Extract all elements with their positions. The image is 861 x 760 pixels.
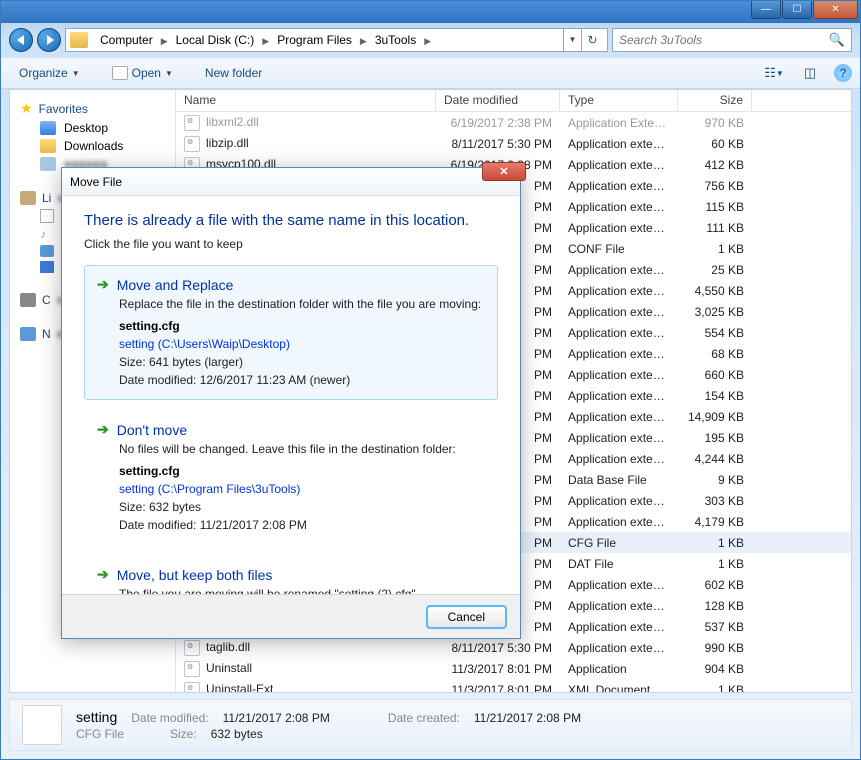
arrow-right-icon: ➔	[97, 276, 109, 293]
preview-pane-button[interactable]: ◫	[798, 62, 822, 84]
titlebar[interactable]: — ☐ ✕	[1, 1, 860, 23]
dialog-option[interactable]: ➔ Move and Replace Replace the file in t…	[84, 265, 498, 400]
organize-button[interactable]: Organize ▼	[9, 62, 90, 84]
dialog-subheading: Click the file you want to keep	[84, 237, 498, 251]
maximize-button[interactable]: ☐	[782, 1, 812, 19]
file-row[interactable]: Uninstall 11/3/2017 8:01 PM Application …	[176, 658, 851, 679]
dialog-close-button[interactable]: ✕	[482, 162, 526, 181]
file-icon	[184, 682, 200, 693]
close-button[interactable]: ✕	[813, 1, 858, 19]
dialog-option[interactable]: ➔ Don't move No files will be changed. L…	[84, 410, 498, 545]
chevron-right-icon[interactable]: ▶	[422, 36, 433, 46]
column-headers: Name Date modified Type Size	[176, 90, 851, 112]
cancel-button[interactable]: Cancel	[427, 606, 506, 628]
breadcrumb-item[interactable]: Computer	[94, 33, 159, 47]
sidebar-item[interactable]: Downloads	[10, 137, 175, 155]
search-box[interactable]: 🔍	[612, 28, 852, 52]
star-icon: ★	[20, 100, 33, 117]
status-filename: setting	[76, 709, 117, 725]
status-bar: setting Date modified: 11/21/2017 2:08 P…	[9, 699, 852, 751]
dialog-title[interactable]: Move File	[62, 168, 520, 196]
col-date[interactable]: Date modified	[436, 90, 560, 111]
help-button[interactable]: ?	[834, 64, 852, 82]
navbar: Computer▶Local Disk (C:)▶Program Files▶3…	[1, 23, 860, 57]
file-icon	[184, 136, 200, 152]
address-dropdown[interactable]: ▼	[563, 29, 581, 51]
chevron-right-icon[interactable]: ▶	[260, 36, 271, 46]
favorites-header[interactable]: ★ Favorites	[10, 98, 175, 119]
file-row[interactable]: libzip.dll 8/11/2017 5:30 PM Application…	[176, 133, 851, 154]
forward-button[interactable]	[37, 28, 61, 52]
minimize-button[interactable]: —	[751, 1, 781, 19]
open-button[interactable]: Open ▼	[102, 62, 183, 84]
selected-file-icon	[22, 705, 62, 745]
status-filetype: CFG File	[76, 727, 124, 741]
folder-icon	[70, 32, 88, 48]
downloads-icon	[40, 139, 56, 153]
address-bar[interactable]: Computer▶Local Disk (C:)▶Program Files▶3…	[65, 28, 608, 52]
breadcrumb-item[interactable]: Local Disk (C:)	[170, 33, 261, 47]
refresh-button[interactable]: ↻	[581, 29, 603, 51]
col-name[interactable]: Name	[176, 90, 436, 111]
move-file-dialog: Move File ✕ There is already a file with…	[61, 167, 521, 639]
file-icon	[184, 115, 200, 131]
search-input[interactable]	[619, 33, 829, 47]
file-row[interactable]: Uninstall-Ext 11/3/2017 8:01 PM XML Docu…	[176, 679, 851, 692]
file-row[interactable]: libxml2.dll 6/19/2017 2:38 PM Applicatio…	[176, 112, 851, 133]
explorer-window: — ☐ ✕ Computer▶Local Disk (C:)▶Program F…	[0, 0, 861, 760]
desktop-icon	[40, 121, 56, 135]
view-button[interactable]: ☷ ▼	[762, 62, 786, 84]
chevron-right-icon[interactable]: ▶	[358, 36, 369, 46]
breadcrumb-item[interactable]: Program Files	[271, 33, 358, 47]
back-button[interactable]	[9, 28, 33, 52]
toolbar: Organize ▼ Open ▼ New folder ☷ ▼ ◫ ?	[1, 57, 860, 89]
file-icon	[184, 661, 200, 677]
new-folder-button[interactable]: New folder	[195, 62, 272, 84]
arrow-right-icon: ➔	[97, 421, 109, 438]
arrow-right-icon: ➔	[97, 566, 109, 583]
search-icon: 🔍	[829, 32, 845, 48]
breadcrumb-item[interactable]: 3uTools	[369, 33, 422, 47]
sidebar-item[interactable]: Desktop	[10, 119, 175, 137]
chevron-right-icon[interactable]: ▶	[159, 36, 170, 46]
col-size[interactable]: Size	[678, 90, 752, 111]
dialog-heading: There is already a file with the same na…	[84, 212, 498, 229]
col-type[interactable]: Type	[560, 90, 678, 111]
